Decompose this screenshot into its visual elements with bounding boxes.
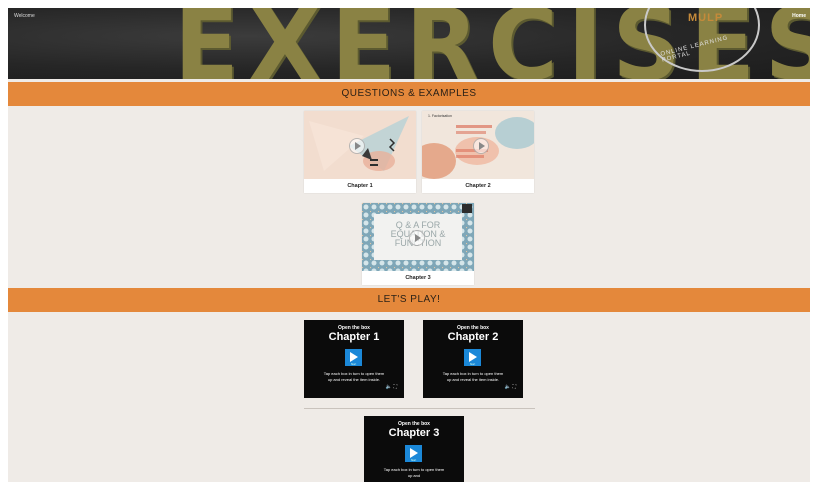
game-description: Tap each box in turn to open them up and… [442,371,504,382]
game-embed-chapter-3[interactable]: Open the box Chapter 3 Start Tap each bo… [364,416,464,482]
play-button[interactable]: Start [464,349,481,366]
card-caption: Chapter 1 [347,183,373,189]
video-thumbnail[interactable]: Q & A FOR EQUATION & FUNCTION [362,203,474,271]
game-title: Chapter 3 [388,427,440,439]
play-icon[interactable] [349,138,365,154]
home-link[interactable]: Home [792,13,806,19]
play-label: Start [410,459,417,462]
play-button[interactable]: Start [345,349,362,366]
card-caption: Chapter 2 [465,183,491,189]
video-card-chapter-1[interactable]: Chapter 1 [304,111,416,193]
play-label: Start [350,363,357,366]
game-title: Chapter 2 [447,331,499,343]
video-card-chapter-2[interactable]: 1. Factorisation Chapter 2 [422,111,534,193]
card-caption: Chapter 3 [405,275,431,281]
section-title-play: LET'S PLAY! [8,288,810,312]
section-title-questions: QUESTIONS & EXAMPLES [8,82,810,106]
game-title: Chapter 1 [328,331,380,343]
play-label: Start [469,363,476,366]
header-banner: Welcome EXERCISES MULP ONLINE LEARNING P… [8,8,810,79]
game-embed-chapter-2[interactable]: Open the box Chapter 2 Start Tap each bo… [423,320,523,398]
page: Welcome EXERCISES MULP ONLINE LEARNING P… [8,8,810,482]
thumbnail-title: 1. Factorisation [428,114,452,118]
game-description: Tap each box in turn to open them up and [383,467,445,478]
play-icon[interactable] [473,138,489,154]
video-thumbnail[interactable] [304,111,416,179]
divider [304,408,535,409]
video-thumbnail[interactable]: 1. Factorisation [422,111,534,179]
sound-fullscreen-icons[interactable]: 🔈 ⛶ [386,384,397,390]
game-embed-chapter-1[interactable]: Open the box Chapter 1 Start Tap each bo… [304,320,404,398]
logo-abbr: MULP [688,12,724,24]
header-left-text[interactable]: Welcome [14,13,35,19]
video-card-chapter-3[interactable]: Q & A FOR EQUATION & FUNCTION Chapter 3 [362,203,474,285]
game-description: Tap each box in turn to open them up and… [323,371,385,382]
play-icon[interactable] [409,230,425,246]
play-button[interactable]: Start [405,445,422,462]
sound-fullscreen-icons[interactable]: 🔈 ⛶ [505,384,516,390]
